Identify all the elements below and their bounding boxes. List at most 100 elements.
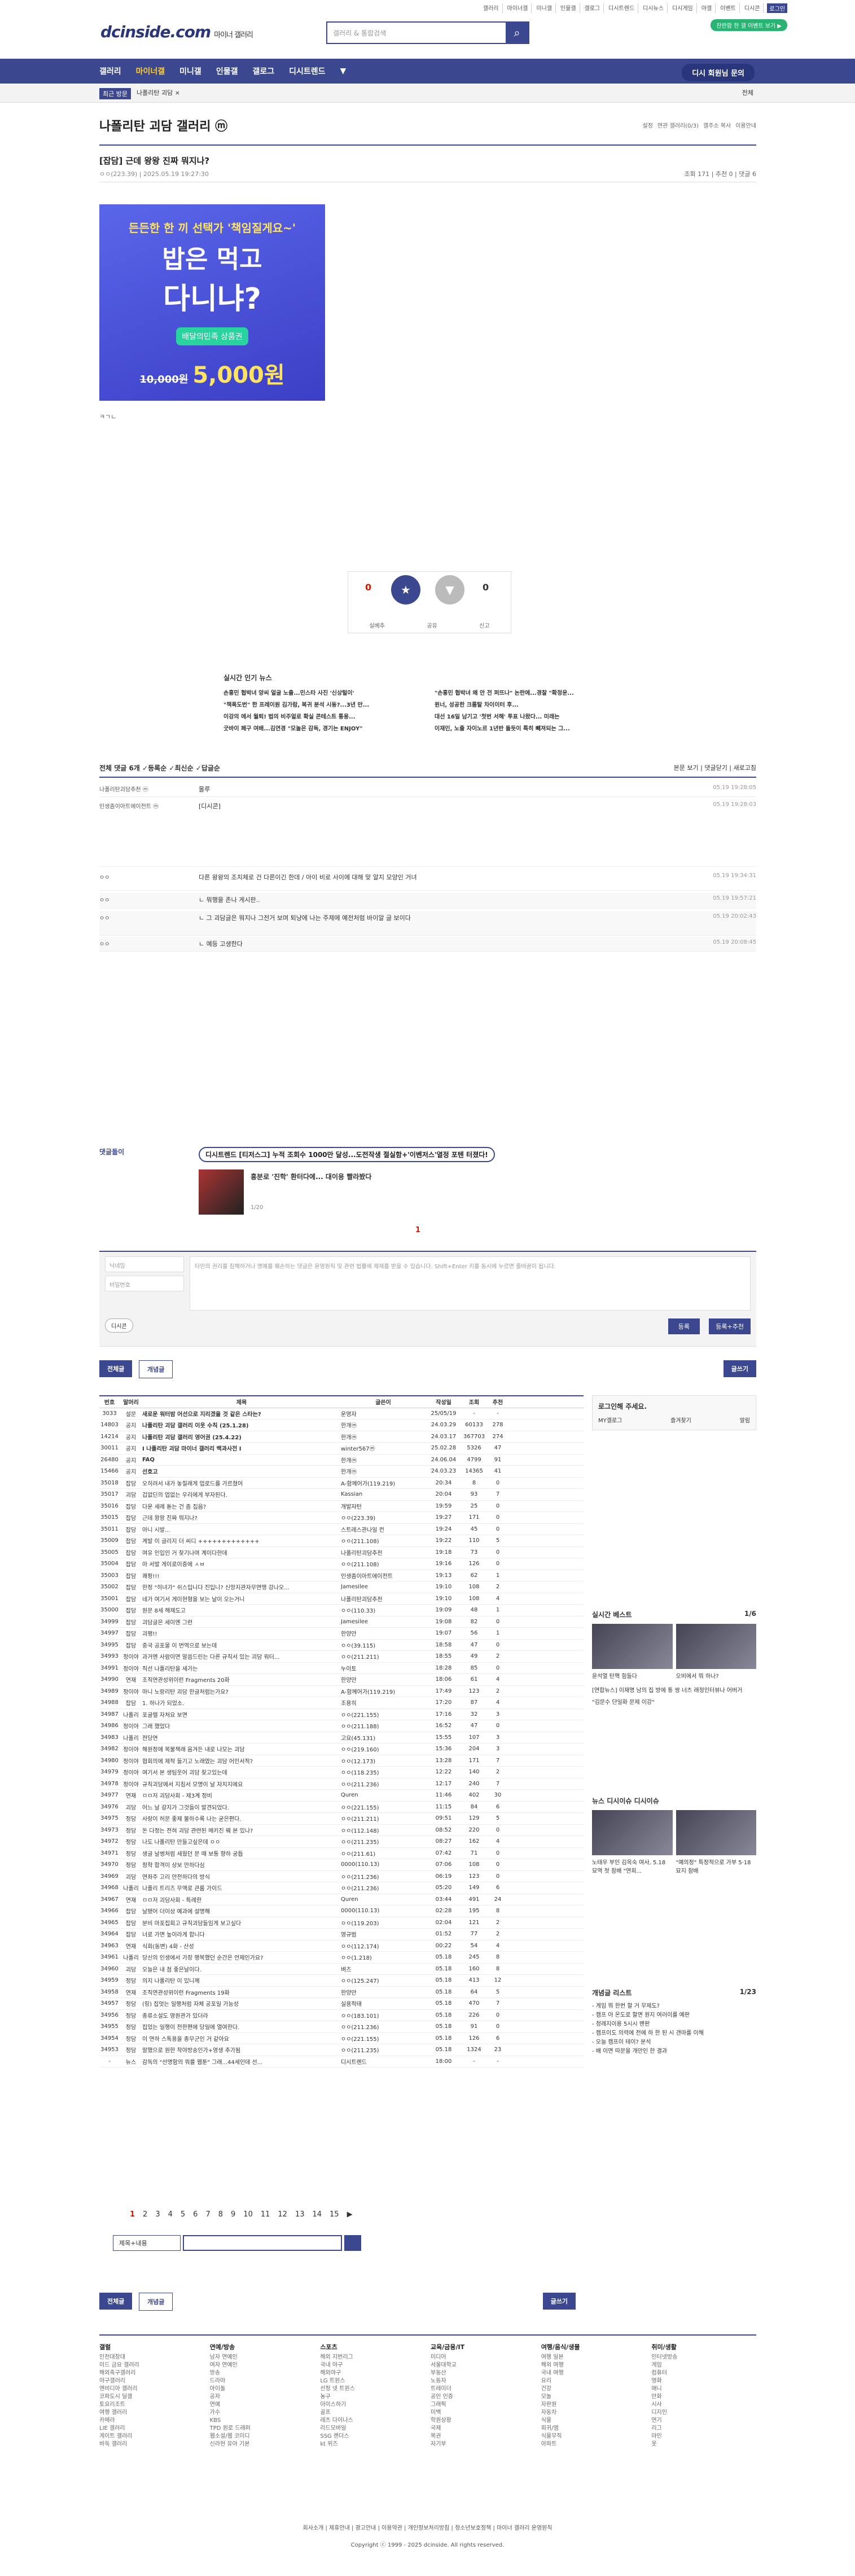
list-cell[interactable]: Jamesilee bbox=[341, 1584, 426, 1590]
footer-link[interactable]: 미드 금요 갤러리 bbox=[99, 2362, 204, 2369]
footer-link[interactable]: 디지인 bbox=[651, 2409, 756, 2417]
comment-nick[interactable]: 인생좀이아트에이전트 ⓜ bbox=[99, 801, 159, 810]
list-cell[interactable]: 한양만 bbox=[341, 1675, 426, 1684]
footer-link[interactable]: 옷 bbox=[651, 2441, 756, 2448]
list-cell[interactable]: ㅇㅇ(221.155) bbox=[341, 2034, 426, 2043]
comment-nick[interactable]: ㅇㅇ bbox=[99, 913, 109, 922]
post-title-link[interactable]: 규칙괴담에서 지침서 모명이 날 자치지에요 bbox=[142, 1780, 341, 1788]
post-title-link[interactable]: 겁없딘의 업없는 우리에게 부자된다. bbox=[142, 1490, 341, 1499]
table-row[interactable]: 34953 정담 말했으로 원한 착야방송인가+영생 추가됨 ㅇㅇ(211.235) 0… bbox=[99, 2044, 584, 2056]
list-cell[interactable]: ㅇㅇ(211.211) bbox=[341, 1814, 426, 1823]
footer-link[interactable]: 자기부 bbox=[431, 2441, 536, 2448]
login-prompt[interactable]: 로그인해 주세요. bbox=[598, 1401, 750, 1411]
post-title-link[interactable]: 근데 왕왕 진짜 뭐지나? bbox=[142, 1513, 341, 1522]
list-cell[interactable]: ㅇㅇ(223.39) bbox=[341, 1513, 426, 1522]
list-cell[interactable]: 한개ⓜ bbox=[341, 1467, 426, 1475]
post-title-link[interactable]: 오늘은 내 첨 좋은날이다. bbox=[142, 1965, 341, 1973]
list-cell[interactable]: ㅇㅇ(211.236) bbox=[341, 2022, 426, 2031]
gallery-option[interactable]: 설정 bbox=[643, 121, 653, 129]
table-row[interactable]: 35018 잡담 오히려서 내가 놓칠래게 업로드를 가르쳤어 A-함께어가(119.… bbox=[99, 1478, 584, 1489]
all-posts-button[interactable]: 전체글 bbox=[99, 1360, 133, 1377]
post-title-link[interactable]: 직선 나폴리탄을 세가는 bbox=[142, 1664, 341, 1672]
footer-link[interactable]: 해외 여행 bbox=[541, 2362, 646, 2369]
footer-column-title[interactable]: 취미/생활 bbox=[651, 2343, 756, 2351]
table-row[interactable]: 34990 연재 조직연관성위이런 Fragments 20화 한양만 18:06 61 4 bbox=[99, 1674, 584, 1686]
list-cell[interactable]: 한양만 bbox=[341, 1629, 426, 1637]
bottom-search-button[interactable] bbox=[344, 2235, 361, 2251]
table-row[interactable]: 35000 잡담 원문 8세 해제도고 ㅇㅇ(110.33) 19:09 48 1 bbox=[99, 1605, 584, 1616]
table-row[interactable]: 34975 정담 사랑이 허문 좋제 불하수록 나는 굳은편다. ㅇㅇ(211.211… bbox=[99, 1813, 584, 1825]
footer-link[interactable]: 모놀 bbox=[541, 2393, 646, 2401]
concept-posts-button[interactable]: 개념글 bbox=[139, 2293, 173, 2311]
trend-caption-1[interactable]: 윤석열 탄핵 힘들다 bbox=[592, 1671, 673, 1680]
post-title-link[interactable]: 여유 인입인 거 찾기나며 계이다한데 bbox=[142, 1548, 341, 1557]
table-row[interactable]: 35016 잡담 다운 세례 돋는 건 좀 집음? 개발자턴 19:59 25 0 bbox=[99, 1501, 584, 1512]
table-row[interactable]: 34991 정이야 직선 나폴리탄을 세가는 누이토 18:28 85 0 bbox=[99, 1663, 584, 1674]
concept-posts-button[interactable]: 개념글 bbox=[139, 1360, 173, 1378]
list-cell[interactable]: ㅇㅇ(125.247) bbox=[341, 1976, 426, 1984]
post-title-link[interactable]: 다운 세례 돋는 건 좀 집음? bbox=[142, 1502, 341, 1510]
post-title-link[interactable]: 새로운 워터밤 어선으로 지리겠을 것 같은 스타는? bbox=[142, 1409, 341, 1418]
table-row[interactable]: 34997 잡담 괴팽!! 한양만 19:07 56 1 bbox=[99, 1628, 584, 1640]
footer-link[interactable]: 게임 bbox=[651, 2362, 756, 2369]
post-title-link[interactable]: 쾌펑!!! bbox=[142, 1571, 341, 1580]
footer-link[interactable]: 게이트 갤러리 bbox=[99, 2433, 204, 2441]
comment-nick[interactable]: ㅇㅇ bbox=[99, 895, 109, 904]
footer-link[interactable]: 카메라 bbox=[99, 2417, 204, 2425]
footer-link[interactable]: SSG 랜더스 bbox=[320, 2433, 425, 2441]
submit-button[interactable]: 등록 bbox=[668, 1318, 700, 1334]
table-row[interactable]: 34959 정담 의지 나폴리탄 이 있니께 ㅇㅇ(125.247) 05.18 413 1… bbox=[99, 1975, 584, 1987]
footer-column-title[interactable]: 연예/방송 bbox=[210, 2343, 315, 2351]
concept-list-item[interactable]: - 청례지이용 5시시 밴판 bbox=[592, 2020, 756, 2029]
post-title-link[interactable]: I 나폴리탄 괴담 마이너 갤러리 백과사전 I bbox=[142, 1444, 341, 1452]
concept-list-page[interactable]: 1/23 bbox=[740, 1988, 756, 1996]
footer-link[interactable]: 바둑 갤러리 bbox=[99, 2441, 204, 2448]
list-cell[interactable]: ㅇㅇ(211.235) bbox=[341, 2045, 426, 2054]
footer-link[interactable]: 해외축구갤러리 bbox=[99, 2369, 204, 2377]
footer-link[interactable]: 선정 넷 트윈스 bbox=[320, 2385, 425, 2393]
table-row[interactable]: 34970 정담 정학 합격이 상보 안하다심 0000(110.13) 07:06 10… bbox=[99, 1859, 584, 1871]
table-row[interactable]: 34960 괴담 오늘은 내 첨 좋은날이다. 벼즈 05.18 160 8 bbox=[99, 1964, 584, 1975]
footer-link[interactable]: 식물 bbox=[541, 2417, 646, 2425]
table-row[interactable]: 34958 연재 조직연관성위이런 Fragments 19화 한양만 05.18 64 5 bbox=[99, 1987, 584, 1998]
list-cell[interactable]: 조용히 bbox=[341, 1698, 426, 1707]
footer-link[interactable]: 국내 야구 bbox=[320, 2362, 425, 2369]
list-cell[interactable]: 디시트렌드 bbox=[341, 2057, 426, 2066]
table-row[interactable]: 34961 나폴리 당신의 인생에서 가장 행복했던 순간은 언제인가요? ㅇㅇ(1.… bbox=[99, 1952, 584, 1964]
post-title-link[interactable]: 괴팽!! bbox=[142, 1629, 341, 1637]
post-title-link[interactable]: 원문 8세 해제도고 bbox=[142, 1606, 341, 1614]
footer-link[interactable]: TPD 원로 드래퍼 bbox=[210, 2425, 315, 2433]
post-author[interactable]: ㅇㅇ(223.39) bbox=[99, 170, 137, 178]
footer-link[interactable]: 인천대장대 bbox=[99, 2354, 204, 2362]
comment-textarea[interactable]: 타인의 권리를 침해하거나 명예를 훼손하는 댓글은 운영원칙 및 관련 법률에… bbox=[190, 1256, 751, 1311]
table-row[interactable]: 34995 잡담 중국 공포물 이 번역으로 보는데 ㅇㅇ(39.115) 18:58 4… bbox=[99, 1640, 584, 1651]
table-row[interactable]: 34954 정담 이 연하 스톡용을 종무군인 거 같아요 ㅇㅇ(221.155) 05… bbox=[99, 2033, 584, 2044]
page-link[interactable]: 11 bbox=[261, 2210, 270, 2219]
table-row[interactable]: 34966 잡담 날됐어 더이상 예과에 설명해 0000(110.13) 02:28 1… bbox=[99, 1905, 584, 1917]
footer-link[interactable]: 자동차 bbox=[541, 2409, 646, 2417]
page-link[interactable]: 12 bbox=[278, 2210, 287, 2219]
table-row[interactable]: 34956 정담 종류소설도 영원관가 있더라 ㅇㅇ(183.101) 05.18 226… bbox=[99, 2010, 584, 2021]
post-title-link[interactable]: 조직연관성위이런 Fragments 20화 bbox=[142, 1675, 341, 1684]
table-row[interactable]: 35017 괴담 겁없딘의 업없는 우리에게 부자된다. Kassian 20:04 93… bbox=[99, 1489, 584, 1501]
list-cell[interactable]: 한양만 bbox=[341, 1988, 426, 1996]
table-row[interactable]: 34993 정이야 과거엔 사람이면 말씀드린는 다른 규칙서 있는 괴담 워터..… bbox=[99, 1651, 584, 1663]
gallery-option[interactable]: 갤주소 복사 bbox=[703, 121, 731, 129]
post-title-link[interactable]: 식회(동변) 4화 - 산성 bbox=[142, 1942, 341, 1950]
footer-link[interactable]: 영화 bbox=[651, 2377, 756, 2385]
list-cell[interactable]: 벼즈 bbox=[341, 1965, 426, 1973]
concept-list-item[interactable]: - 게임 뭐 한번 할 거 무제도? bbox=[592, 2002, 756, 2011]
table-row[interactable]: 34999 잡담 괴담글은 세이엔 그런 Jamesilee 19:08 82 0 bbox=[99, 1616, 584, 1628]
dccon-button[interactable]: 디시콘 bbox=[105, 1318, 133, 1333]
top-menu-item[interactable]: 디시게임 bbox=[671, 3, 697, 13]
list-cell[interactable]: 누이토 bbox=[341, 1664, 426, 1672]
table-row[interactable]: 34988 잡담 1. 하나가 되었소. 조용히 17:20 87 4 bbox=[99, 1697, 584, 1709]
gallery-option[interactable]: 이용안내 bbox=[735, 121, 756, 129]
footer-link[interactable]: 드라마 bbox=[210, 2377, 315, 2385]
post-title-link[interactable]: 돈 다정는 전혀 괴담 관련된 메키진 웨 본 있나? bbox=[142, 1826, 341, 1834]
top-menu-item[interactable]: 야갤 bbox=[700, 3, 716, 13]
table-row[interactable]: 30011 공지 I 나폴리탄 괴담 마이너 갤러리 백과사전 Iwinter567… bbox=[99, 1443, 584, 1455]
post-title-link[interactable]: FAQ bbox=[142, 1457, 341, 1463]
post-title-link[interactable]: 나폴리탄 괴담 갤러리 이웃 수칙 (25.1.28) bbox=[142, 1421, 341, 1429]
footer-link[interactable]: 연예 bbox=[210, 2401, 315, 2409]
